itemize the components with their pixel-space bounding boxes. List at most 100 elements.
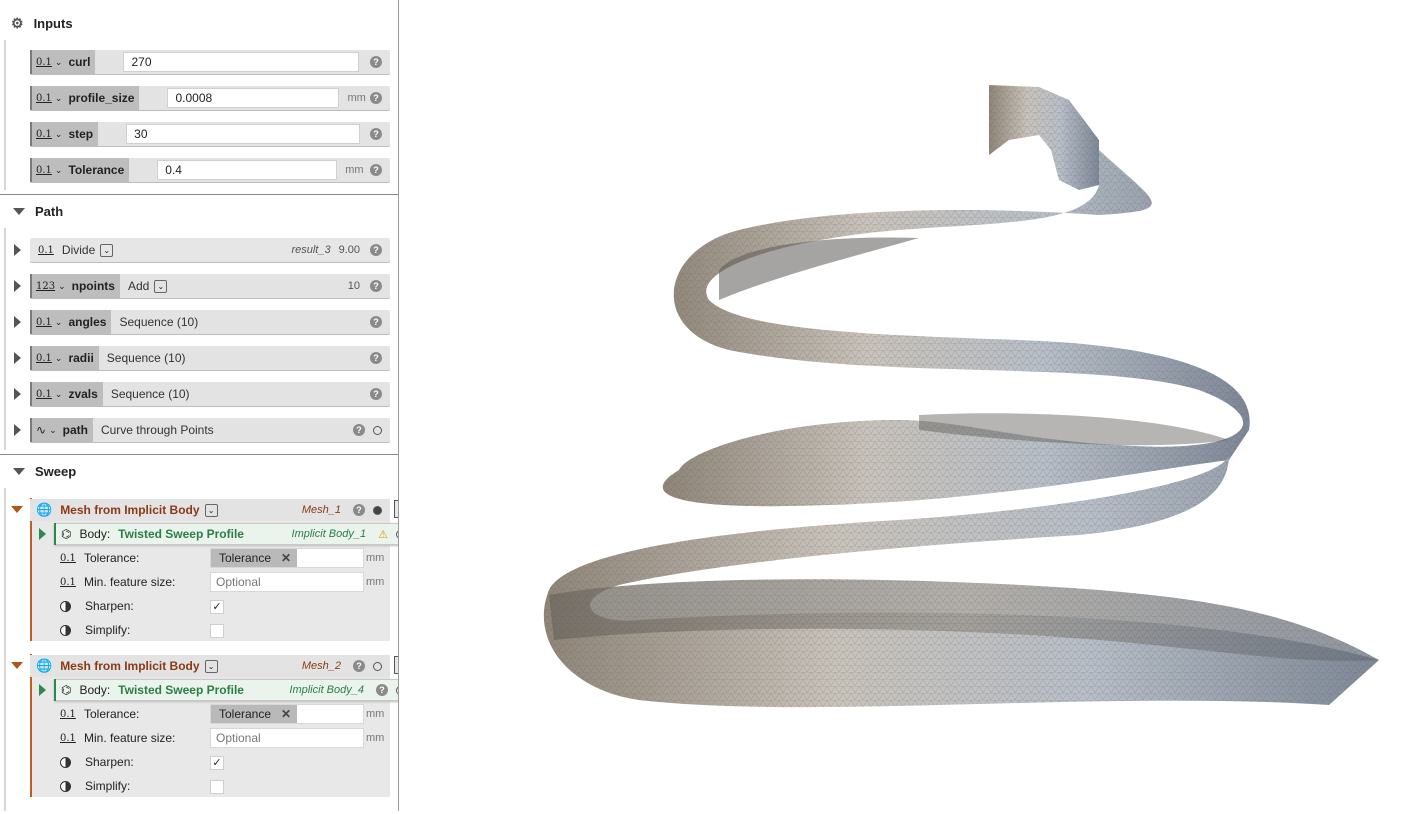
dropdown-icon[interactable]: ⌄ bbox=[100, 243, 114, 257]
input-name: radii bbox=[68, 351, 94, 365]
expand-triangle-icon[interactable] bbox=[14, 280, 21, 292]
integer-type-icon: 123 bbox=[36, 280, 56, 292]
mesh-1-feature-field[interactable]: Optional bbox=[210, 572, 364, 592]
collapse-triangle-icon[interactable] bbox=[13, 467, 25, 475]
implicit-body-icon: ⌬ bbox=[61, 527, 72, 541]
remove-icon[interactable]: ✕ bbox=[281, 707, 291, 721]
path-row-angles[interactable]: 0.1 ⌄ angles Sequence (10) ? bbox=[30, 310, 390, 334]
output-radio[interactable] bbox=[373, 661, 382, 671]
input-type-tag[interactable]: 0.1 ⌄ Tolerance bbox=[30, 158, 130, 182]
dropdown-icon[interactable]: ⌄ bbox=[204, 659, 218, 673]
mesh-2-result: Mesh_2 bbox=[301, 660, 341, 672]
inputs-section-title: Inputs bbox=[33, 15, 73, 31]
number-type-icon: 0.1 bbox=[60, 552, 76, 564]
mesh-1-simplify-checkbox[interactable] bbox=[210, 624, 224, 638]
collapse-triangle-icon[interactable] bbox=[11, 662, 23, 669]
input-row-tolerance[interactable]: 0.1 ⌄ Tolerance 0.4 mm ? bbox=[30, 158, 390, 182]
expand-triangle-icon[interactable] bbox=[14, 316, 21, 328]
input-name: Tolerance bbox=[68, 163, 125, 177]
profile-size-value-field[interactable]: 0.0008 bbox=[167, 88, 340, 108]
curl-value-field[interactable]: 270 bbox=[123, 52, 360, 72]
tolerance-chip[interactable]: Tolerance ✕ bbox=[211, 549, 298, 567]
mesh-1-body-row[interactable]: ⌬ Body: Twisted Sweep Profile Implicit B… bbox=[54, 523, 398, 545]
input-type-tag[interactable]: 0.1 ⌄ angles bbox=[30, 310, 112, 334]
help-icon[interactable]: ? bbox=[370, 280, 382, 292]
input-row-step[interactable]: 0.1 ⌄ step 30 ? bbox=[30, 122, 390, 146]
path-section-header[interactable]: Path bbox=[0, 194, 398, 228]
mesh-1-result: Mesh_1 bbox=[301, 504, 341, 516]
mesh-2-feature-field[interactable]: Optional bbox=[210, 728, 364, 748]
help-icon[interactable]: ? bbox=[376, 684, 388, 696]
help-icon[interactable]: ? bbox=[353, 660, 365, 672]
expand-triangle-icon[interactable] bbox=[14, 388, 21, 400]
dropdown-icon[interactable]: ⌄ bbox=[204, 503, 218, 517]
input-type-tag[interactable]: 0.1 ⌄ curl bbox=[30, 50, 96, 74]
help-icon[interactable]: ? bbox=[370, 56, 382, 68]
mesh-1-header[interactable]: 🌐 Mesh from Implicit Body ⌄ Mesh_1 ? bbox=[30, 499, 390, 521]
input-type-tag[interactable]: ∿ ⌄ path bbox=[30, 418, 93, 442]
input-type-tag[interactable]: 0.1 ⌄ step bbox=[30, 122, 99, 146]
input-row-profile-size[interactable]: 0.1 ⌄ profile_size 0.0008 mm ? bbox=[30, 86, 390, 110]
mesh-2-sharpen-checkbox[interactable]: ✓ bbox=[210, 756, 224, 770]
mesh-2-simplify-checkbox[interactable] bbox=[210, 780, 224, 794]
mesh-2-body-row[interactable]: ⌬ Body: Twisted Sweep Profile Implicit B… bbox=[54, 679, 398, 701]
help-icon[interactable]: ? bbox=[370, 388, 382, 400]
globe-icon: 🌐 bbox=[36, 502, 53, 517]
help-icon[interactable]: ? bbox=[370, 128, 382, 140]
path-row-zvals[interactable]: 0.1 ⌄ zvals Sequence (10) ? bbox=[30, 382, 390, 406]
collapse-triangle-icon[interactable] bbox=[11, 506, 23, 513]
step-value-field[interactable]: 30 bbox=[126, 124, 361, 144]
expand-triangle-icon[interactable] bbox=[39, 528, 46, 540]
inputs-section-header[interactable]: ⚙ Inputs bbox=[0, 6, 398, 40]
dropdown-icon[interactable]: ⌄ bbox=[154, 279, 168, 293]
output-radio[interactable] bbox=[373, 425, 382, 435]
help-icon[interactable]: ? bbox=[353, 504, 365, 516]
path-section-title: Path bbox=[35, 203, 64, 219]
curve-type-icon: ∿ bbox=[36, 423, 47, 437]
path-row-path[interactable]: ∿ ⌄ path Curve through Points ? bbox=[30, 418, 390, 442]
expand-triangle-icon[interactable] bbox=[14, 352, 21, 364]
sharpen-label: Sharpen: bbox=[85, 755, 134, 769]
expand-triangle-icon[interactable] bbox=[14, 424, 21, 436]
mesh-1-tolerance-field[interactable]: Tolerance ✕ bbox=[210, 548, 364, 568]
input-row-curl[interactable]: 0.1 ⌄ curl 270 ? bbox=[30, 50, 390, 74]
help-icon[interactable]: ? bbox=[370, 92, 382, 104]
help-icon[interactable]: ? bbox=[370, 164, 382, 176]
mesh-2-header[interactable]: 🌐 Mesh from Implicit Body ⌄ Mesh_2 ? bbox=[30, 655, 390, 677]
chevron-down-icon: ⌄ bbox=[54, 316, 63, 327]
expand-triangle-icon[interactable] bbox=[39, 684, 46, 696]
mesh-2-tolerance-field[interactable]: Tolerance ✕ bbox=[210, 704, 364, 724]
output-radio-selected[interactable] bbox=[373, 505, 382, 515]
chevron-down-icon: ⌄ bbox=[49, 424, 57, 435]
remove-icon[interactable]: ✕ bbox=[281, 551, 291, 565]
sweep-section-header[interactable]: Sweep bbox=[0, 454, 398, 488]
input-name: npoints bbox=[71, 279, 115, 293]
path-row-divide[interactable]: 0.1 Divide ⌄ result_3 9.00 ? bbox=[30, 238, 390, 262]
help-icon[interactable]: ? bbox=[370, 244, 382, 256]
input-type-tag[interactable]: 0.1 ⌄ radii bbox=[30, 346, 99, 370]
tolerance-chip[interactable]: Tolerance ✕ bbox=[211, 705, 298, 723]
help-icon[interactable]: ? bbox=[353, 424, 365, 436]
help-icon[interactable]: ? bbox=[370, 352, 382, 364]
3d-viewport[interactable] bbox=[399, 0, 1415, 811]
collapse-triangle-icon[interactable] bbox=[13, 207, 25, 215]
boolean-icon bbox=[60, 624, 71, 636]
expand-triangle-icon[interactable] bbox=[14, 244, 21, 256]
input-type-tag[interactable]: 123 ⌄ npoints bbox=[30, 274, 120, 298]
warning-icon: ⚠ bbox=[378, 528, 388, 541]
input-type-tag[interactable]: 0.1 ⌄ profile_size bbox=[30, 86, 140, 110]
help-icon[interactable]: ? bbox=[370, 316, 382, 328]
input-name: profile_size bbox=[68, 91, 135, 105]
number-type-icon: 0.1 bbox=[60, 732, 76, 744]
input-type-tag[interactable]: 0.1 ⌄ zvals bbox=[30, 382, 103, 406]
tolerance-chip-label: Tolerance bbox=[219, 707, 272, 721]
path-row-npoints[interactable]: 123 ⌄ npoints Add ⌄ 10 ? bbox=[30, 274, 390, 298]
divide-label: Divide bbox=[61, 243, 96, 257]
sharpen-label: Sharpen: bbox=[85, 599, 134, 613]
mesh-1-sharpen-checkbox[interactable]: ✓ bbox=[210, 600, 224, 614]
path-row-radii[interactable]: 0.1 ⌄ radii Sequence (10) ? bbox=[30, 346, 390, 370]
tolerance-label: Tolerance: bbox=[84, 707, 140, 721]
mesh-2-simplify-row: Simplify: bbox=[60, 774, 130, 798]
tolerance-value-field[interactable]: 0.4 bbox=[157, 160, 338, 180]
mesh-1-sharpen-row: Sharpen: bbox=[60, 594, 134, 618]
